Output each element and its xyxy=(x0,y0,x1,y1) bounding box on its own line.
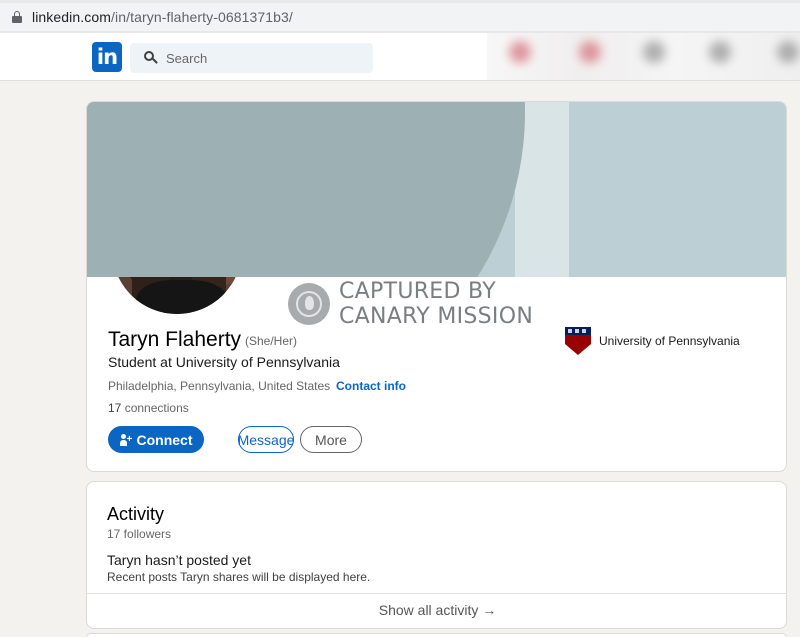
show-all-activity-link[interactable]: Show all activity → xyxy=(87,602,786,618)
connect-button[interactable]: + Connect xyxy=(108,426,204,453)
education-name: University of Pennsylvania xyxy=(599,334,740,348)
url-text[interactable]: linkedin.com/in/taryn-flaherty-0681371b3… xyxy=(32,9,293,25)
search-input[interactable] xyxy=(166,50,356,66)
more-button[interactable]: More xyxy=(300,426,362,453)
next-section-card xyxy=(86,633,787,637)
canary-logo-icon xyxy=(288,283,330,325)
message-button[interactable]: Message xyxy=(238,426,294,453)
activity-card: Activity 17 followers Taryn hasn’t poste… xyxy=(86,481,787,629)
penn-shield-icon xyxy=(565,327,591,355)
profile-headline: Student at University of Pennsylvania xyxy=(108,354,340,370)
connections-count[interactable]: 17 connections xyxy=(108,401,189,415)
linkedin-logo-icon[interactable]: in xyxy=(92,42,122,72)
add-user-icon: + xyxy=(119,433,132,446)
browser-url-bar: linkedin.com/in/taryn-flaherty-0681371b3… xyxy=(0,0,800,33)
lock-icon xyxy=(12,11,22,23)
search-bar[interactable] xyxy=(130,43,373,73)
blurred-nav-icons xyxy=(487,33,800,80)
activity-title: Activity xyxy=(107,504,165,524)
address-field[interactable]: linkedin.com/in/taryn-flaherty-0681371b3… xyxy=(0,3,800,31)
canary-mission-watermark: CAPTURED BY CANARY MISSION xyxy=(288,279,533,329)
education-link[interactable]: University of Pennsylvania xyxy=(565,327,740,355)
activity-empty-description: Recent posts Taryn shares will be displa… xyxy=(107,570,371,584)
activity-empty-title: Taryn hasn’t posted yet xyxy=(107,552,251,568)
divider xyxy=(87,593,786,594)
followers-count: 17 followers xyxy=(107,527,172,541)
search-icon xyxy=(144,51,158,65)
profile-pronouns: (She/Her) xyxy=(245,334,298,348)
profile-banner xyxy=(87,102,786,277)
top-nav: in xyxy=(0,33,800,81)
contact-info-link[interactable]: Contact info xyxy=(336,379,406,393)
profile-location: Philadelphia, Pennsylvania, United State… xyxy=(108,379,331,393)
profile-name: Taryn Flaherty xyxy=(108,328,242,351)
